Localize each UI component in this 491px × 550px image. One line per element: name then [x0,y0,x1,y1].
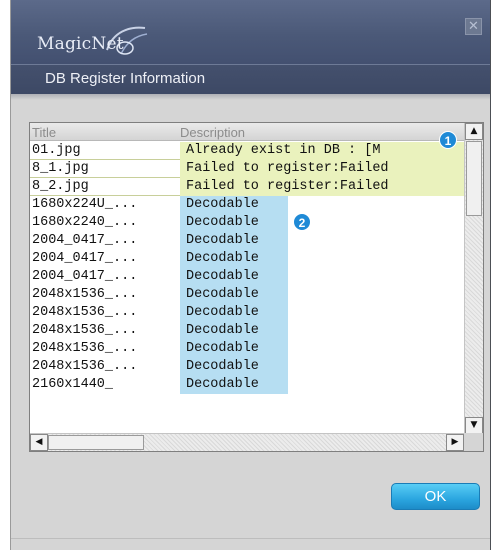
list-row[interactable]: 2160x1440_ Decodable [30,376,464,394]
list-row[interactable]: 8_2.jpg Failed to register:Failed [30,178,464,196]
list-row[interactable]: 01.jpg Already exist in DB : [M [30,142,464,160]
dialog-header: DB Register Information [11,64,490,94]
row-description: Decodable [180,376,288,394]
row-title: 2048x1536_... [32,359,138,374]
row-title: 2048x1536_... [32,323,138,338]
scroll-right-button[interactable]: ▶ [446,434,464,451]
magicnet-logo: MagicNet [29,20,159,58]
list-viewport: Title Description 01.jpg Already exist in… [30,123,464,434]
row-title: 2004_0417_... [32,269,138,284]
title-bar: MagicNet ✕ [11,0,490,64]
callout-badge-2: 2 [293,213,311,231]
close-button[interactable]: ✕ [465,18,482,35]
row-description: Decodable [180,232,288,250]
list-header: Title Description [30,123,464,141]
list-row[interactable]: 2004_0417_... Decodable [30,232,464,250]
row-description: Failed to register:Failed [180,178,464,196]
callout-badge-1: 1 [439,131,457,149]
row-description: Decodable [180,214,288,232]
row-description: Decodable [180,322,288,340]
row-description: Decodable [180,250,288,268]
vertical-scrollbar[interactable]: ▲ ▼ [464,123,483,434]
row-description: Failed to register:Failed [180,160,464,178]
row-description: Decodable [180,358,288,376]
row-title: 1680x2240_... [32,215,138,230]
list-row[interactable]: 2048x1536_... Decodable [30,286,464,304]
row-description: Decodable [180,196,288,214]
row-description: Decodable [180,268,288,286]
list-row[interactable]: 2048x1536_... Decodable [30,358,464,376]
db-register-dialog: MagicNet ✕ DB Register Information Title… [10,0,491,550]
row-title: 2048x1536_... [32,287,138,302]
bottom-divider [11,538,490,539]
row-description: Decodable [180,304,288,322]
scroll-up-button[interactable]: ▲ [465,123,483,140]
row-title: 2004_0417_... [32,233,138,248]
list-row[interactable]: 2004_0417_... Decodable [30,250,464,268]
list-row[interactable]: 1680x224U_... Decodable [30,196,464,214]
row-description: Already exist in DB : [M [180,142,464,160]
row-description: Decodable [180,340,288,358]
row-title: 2048x1536_... [32,341,138,356]
list-row[interactable]: 2048x1536_... Decodable [30,304,464,322]
vertical-scroll-thumb[interactable] [466,141,482,216]
row-title: 01.jpg [32,143,81,158]
row-title: 2160x1440_ [32,377,114,392]
list-row[interactable]: 2004_0417_... Decodable [30,268,464,286]
logo-text: MagicNet [37,34,124,54]
column-header-title[interactable]: Title [32,125,56,140]
scroll-left-button[interactable]: ◀ [30,434,48,451]
row-title: 1680x224U_... [32,197,138,212]
horizontal-scrollbar[interactable]: ◀ ▶ [30,433,464,451]
row-title: 8_2.jpg [32,179,89,194]
list-row[interactable]: 2048x1536_... Decodable [30,322,464,340]
scrollbar-corner [464,433,483,451]
horizontal-scroll-thumb[interactable] [48,435,144,450]
list-row[interactable]: 8_1.jpg Failed to register:Failed [30,160,464,178]
row-description: Decodable [180,286,288,304]
row-title: 8_1.jpg [32,161,89,176]
row-title: 2048x1536_... [32,305,138,320]
scroll-down-button[interactable]: ▼ [465,417,483,434]
list-row[interactable]: 2048x1536_... Decodable [30,340,464,358]
header-divider [11,94,490,100]
register-list[interactable]: Title Description 01.jpg Already exist in… [29,122,484,452]
row-title: 2004_0417_... [32,251,138,266]
dialog-title: DB Register Information [45,70,206,87]
list-row[interactable]: 1680x2240_... Decodable [30,214,464,232]
list-rows: 01.jpg Already exist in DB : [M 8_1.jpg Fai… [30,142,464,394]
ok-button[interactable]: OK [391,483,480,510]
column-header-description[interactable]: Description [180,125,245,140]
